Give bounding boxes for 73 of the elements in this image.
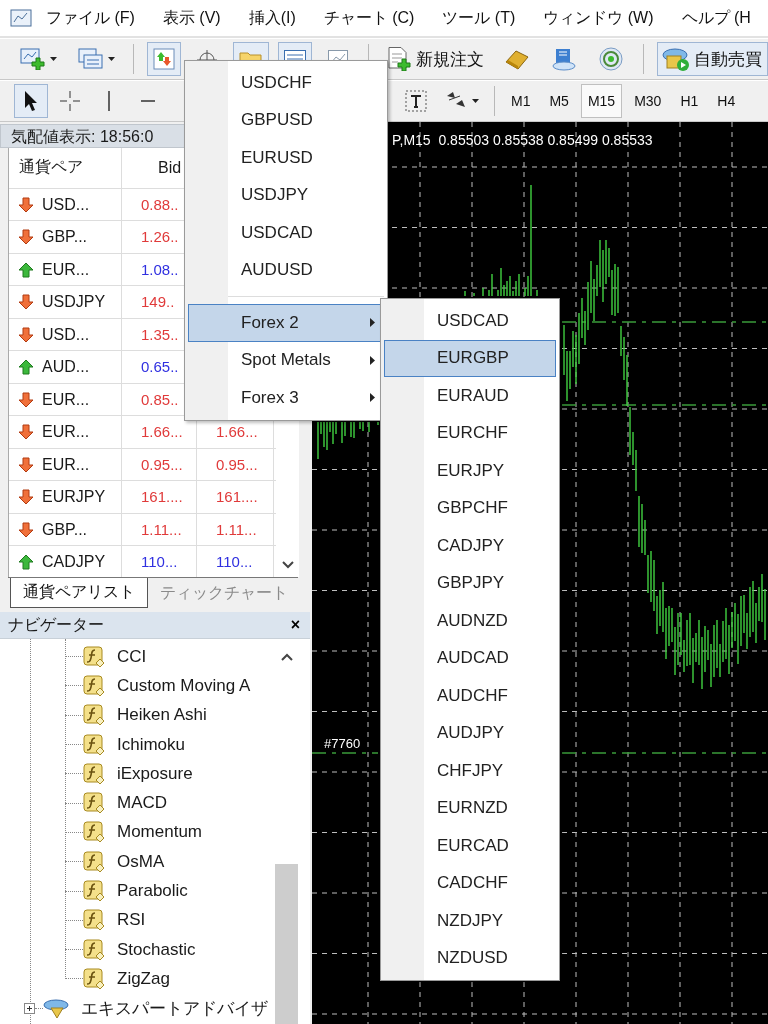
bid-cell: 1.11... [122, 513, 197, 546]
menu-item[interactable]: 表示 (V) [148, 3, 235, 33]
menu-item[interactable]: USDCAD [384, 302, 556, 340]
symbol-name: EUR... [42, 455, 90, 474]
indicator-item[interactable]: Heiken Ashi [117, 705, 207, 726]
ask-cell: 1.11... [197, 513, 274, 546]
bid-cell: 161.... [122, 481, 197, 513]
chart-title: P,M15 0.85503 0.85538 0.85499 0.85533 [392, 132, 653, 148]
timeframe-button[interactable]: M5 [542, 84, 576, 118]
auto-trading-button[interactable]: 自動売買 [656, 42, 768, 76]
column-header[interactable]: 通貨ペア [19, 157, 83, 179]
indicator-item[interactable]: Parabolic [117, 881, 188, 901]
indicator-item[interactable]: RSI [117, 910, 146, 931]
menu-item[interactable]: EURAUD [384, 377, 556, 415]
symbol-name: GBP... [42, 228, 88, 247]
indicator-item[interactable]: Custom Moving A [117, 675, 251, 696]
indicator-item[interactable]: Stochastic [117, 939, 196, 960]
menu-item[interactable]: EURCAD [384, 827, 556, 865]
symbol-name: USDJPY [42, 293, 106, 312]
indicator-item[interactable]: OsMA [117, 851, 165, 872]
symbol-name: USD... [42, 195, 90, 214]
symbol-name: EUR... [42, 260, 90, 279]
menu-item[interactable]: チャート (C) [309, 3, 429, 33]
indicator-item[interactable]: iExposure [117, 763, 193, 784]
timeframe-button[interactable]: M15 [580, 84, 623, 118]
menu-item[interactable]: ウィンドウ (W) [529, 3, 668, 33]
ask-cell: 161.... [197, 481, 274, 513]
indicator-item[interactable]: CCI [117, 646, 147, 667]
close-button[interactable]: × [288, 616, 302, 634]
menu-item[interactable]: GBPJPY [384, 564, 556, 602]
bid-cell: 110... [122, 546, 197, 577]
menu-item[interactable]: ヘルプ (H [667, 3, 765, 33]
timeframe-button[interactable]: H4 [710, 84, 743, 118]
order-label: #7760 [324, 736, 361, 751]
menu-item[interactable]: 挿入(I) [234, 3, 310, 33]
indicator-item[interactable]: MACD [117, 793, 168, 814]
ask-cell: 0.95... [197, 448, 274, 481]
menu-item[interactable]: AUDJPY [384, 714, 556, 752]
timeframe-button[interactable]: M30 [627, 84, 669, 118]
menu-item[interactable]: ファイル (F) [32, 3, 149, 33]
menu-item[interactable]: NZDJPY [384, 902, 556, 940]
symbol-name: EURJPY [42, 488, 106, 507]
indicator-item[interactable]: Ichimoku [117, 734, 186, 755]
menu-item[interactable]: EURJPY [384, 452, 556, 490]
column-header[interactable]: Bid [158, 158, 182, 177]
menu-item[interactable]: CADCHF [384, 864, 556, 902]
menu-item[interactable]: AUDNZD [384, 602, 556, 640]
symbol-name: CADJPY [42, 553, 106, 572]
indicator-item[interactable]: Momentum [117, 822, 203, 843]
menu-item[interactable]: NZDUSD [384, 939, 556, 977]
menu-item[interactable]: EURGBP [384, 339, 556, 377]
symbol-name: GBP... [42, 520, 88, 539]
symbol-name: EUR... [42, 423, 90, 442]
menu-item[interactable]: CHFJPY [384, 752, 556, 790]
bid-cell: 0.95... [122, 448, 197, 481]
symbol-name: USD... [42, 325, 90, 344]
panel-title: ナビゲーター [8, 614, 104, 635]
symbol-name: EUR... [42, 390, 90, 409]
menu-item[interactable]: EURCHF [384, 414, 556, 452]
indicator-item[interactable]: ZigZag [117, 968, 170, 989]
menu-item[interactable]: AUDCAD [384, 639, 556, 677]
menu-item[interactable]: AUDCHF [384, 677, 556, 715]
menu-item[interactable]: CADJPY [384, 527, 556, 565]
menu-item[interactable]: ツール (T) [428, 3, 530, 33]
ask-cell: 110... [197, 546, 274, 577]
menu-item[interactable]: USDCHF [188, 64, 384, 102]
panel-tab[interactable]: 通貨ペアリスト [10, 578, 148, 608]
timeframe-button[interactable]: M1 [504, 84, 538, 118]
symbol-name: AUD... [42, 358, 90, 377]
menu-item[interactable]: EURNZD [384, 789, 556, 827]
timeframe-button[interactable]: H1 [673, 84, 706, 118]
menu-item[interactable]: GBPCHF [384, 489, 556, 527]
tree-item[interactable]: エキスパートアドバイザ [81, 996, 268, 1020]
